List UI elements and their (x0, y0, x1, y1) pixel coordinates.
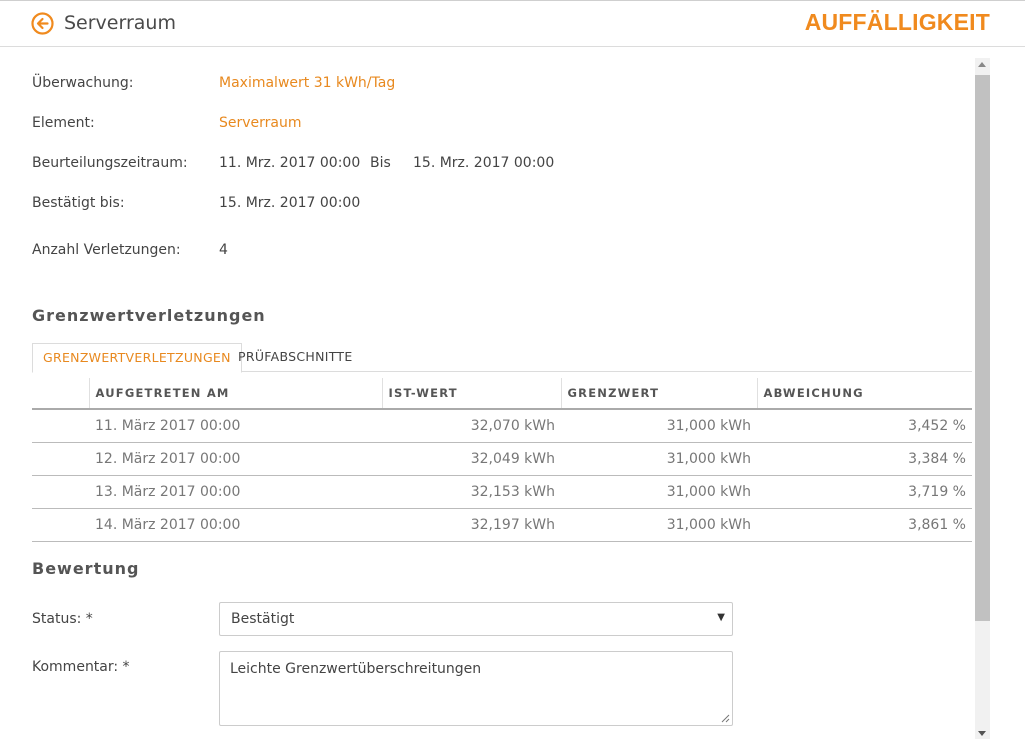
column-header-limit[interactable]: GRENZWERT (560, 378, 757, 410)
confirmed-label: Bestätigt bis: (32, 195, 125, 211)
table-cell: 31,000 kWh (561, 508, 757, 542)
violations-count-value: 4 (219, 242, 228, 258)
column-header-occurred[interactable]: AUFGETRETEN AM (88, 378, 382, 410)
table-cell (32, 409, 89, 443)
table-cell: 32,153 kWh (382, 475, 561, 509)
status-select[interactable]: Bestätigt ▼ (219, 602, 733, 636)
column-header-actual[interactable]: IST-WERT (381, 378, 561, 410)
column-header-deviation[interactable]: ABWEICHUNG (756, 378, 972, 410)
element-link[interactable]: Serverraum (219, 115, 302, 131)
violations-section-title: Grenzwertverletzungen (32, 306, 266, 325)
element-label: Element: (32, 115, 95, 131)
table-cell (32, 475, 89, 509)
vertical-scrollbar[interactable] (975, 58, 990, 739)
status-badge: AUFFÄLLIGKEIT (804, 9, 990, 35)
table-row[interactable]: 11. März 2017 00:00 32,070 kWh 31,000 kW… (32, 409, 972, 443)
status-select-value: Bestätigt (231, 611, 295, 627)
scroll-up-icon[interactable] (978, 62, 986, 67)
table-row[interactable]: 12. März 2017 00:00 32,049 kWh 31,000 kW… (32, 442, 972, 476)
table-cell: 11. März 2017 00:00 (89, 409, 382, 443)
table-cell: 13. März 2017 00:00 (89, 475, 382, 509)
assessment-section-title: Bewertung (32, 559, 140, 578)
back-button[interactable] (31, 12, 54, 35)
status-label: Status: * (32, 611, 93, 627)
period-from: 11. Mrz. 2017 00:00 (219, 155, 361, 171)
table-cell: 31,000 kWh (561, 442, 757, 476)
main-content: Überwachung: Maximalwert 31 kWh/Tag Elem… (0, 47, 975, 739)
comment-textarea[interactable]: Leichte Grenzwertüberschreitungen (219, 651, 733, 726)
tab-test-sections[interactable]: PRÜFABSCHNITTE (228, 343, 363, 371)
tab-bar: GRENZWERTVERLETZUNGEN PRÜFABSCHNITTE (32, 343, 972, 373)
table-cell: 32,070 kWh (382, 409, 561, 443)
header-bar: Serverraum AUFFÄLLIGKEIT (0, 1, 1025, 47)
table-cell: 12. März 2017 00:00 (89, 442, 382, 476)
table-cell: 31,000 kWh (561, 475, 757, 509)
table-cell: 32,197 kWh (382, 508, 561, 542)
violations-count-label: Anzahl Verletzungen: (32, 242, 181, 258)
table-header-row: AUFGETRETEN AM IST-WERT GRENZWERT ABWEIC… (32, 378, 972, 410)
scroll-down-icon[interactable] (978, 731, 986, 736)
violations-table: AUFGETRETEN AM IST-WERT GRENZWERT ABWEIC… (32, 378, 972, 542)
period-separator: Bis (370, 155, 391, 171)
comment-label: Kommentar: * (32, 659, 130, 675)
table-row[interactable]: 13. März 2017 00:00 32,153 kWh 31,000 kW… (32, 475, 972, 509)
period-label: Beurteilungszeitraum: (32, 155, 188, 171)
table-cell (32, 442, 89, 476)
tab-violations[interactable]: GRENZWERTVERLETZUNGEN (32, 343, 242, 373)
table-cell: 3,384 % (757, 442, 972, 476)
monitoring-link[interactable]: Maximalwert 31 kWh/Tag (219, 75, 395, 91)
comment-text: Leichte Grenzwertüberschreitungen (230, 661, 482, 677)
column-header (32, 378, 89, 410)
monitoring-label: Überwachung: (32, 75, 134, 91)
table-cell (32, 508, 89, 542)
page-title: Serverraum (64, 12, 176, 34)
confirmed-value: 15. Mrz. 2017 00:00 (219, 195, 361, 211)
table-cell: 31,000 kWh (561, 409, 757, 443)
table-cell: 3,452 % (757, 409, 972, 443)
caret-down-icon: ▼ (717, 612, 725, 623)
resize-grip-icon[interactable] (721, 714, 730, 723)
table-cell: 3,861 % (757, 508, 972, 542)
table-cell: 32,049 kWh (382, 442, 561, 476)
arrow-left-circle-icon (31, 12, 54, 35)
table-cell: 3,719 % (757, 475, 972, 509)
scroll-thumb[interactable] (975, 75, 990, 621)
table-cell: 14. März 2017 00:00 (89, 508, 382, 542)
period-to: 15. Mrz. 2017 00:00 (413, 155, 555, 171)
table-row[interactable]: 14. März 2017 00:00 32,197 kWh 31,000 kW… (32, 508, 972, 542)
